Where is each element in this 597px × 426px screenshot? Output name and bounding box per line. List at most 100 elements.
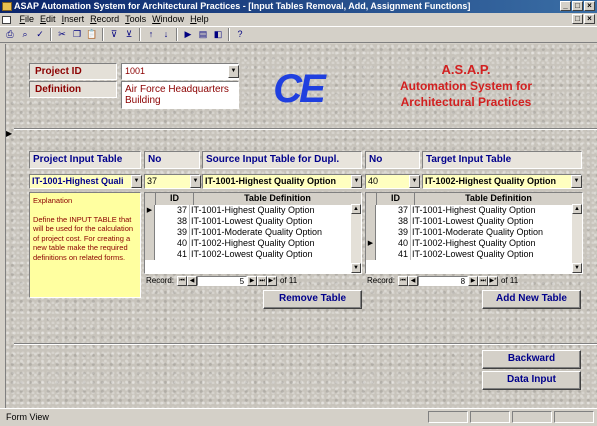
sort-ascending-icon[interactable]: ↑	[144, 28, 158, 41]
source-grid-scrollbar[interactable]: ▲ ▼	[351, 204, 361, 273]
scroll-down-icon[interactable]: ▼	[572, 263, 582, 273]
source-input-table-dropdown-icon[interactable]: ▼	[351, 175, 362, 188]
explanation-text: Define the INPUT TABLE that will be used…	[33, 214, 134, 262]
cell-id: 39	[155, 227, 190, 238]
last-record-icon[interactable]: ⏭	[257, 276, 268, 286]
cell-definition: IT-1002-Lowest Quality Option	[191, 249, 313, 259]
maximize-button[interactable]: □	[572, 1, 583, 11]
source-table-row[interactable]: 40 IT-1002-Highest Quality Option	[145, 238, 361, 249]
target-table-row[interactable]: 37 IT-1001-Highest Quality Option	[366, 205, 582, 216]
project-input-table-header: Project Input Table	[29, 151, 141, 169]
toolbar-separator	[50, 28, 52, 41]
menu-tools[interactable]: Tools	[122, 13, 149, 26]
target-input-table-combo[interactable]: IT-1002-Highest Quality Option	[422, 174, 582, 189]
toolbar-separator	[102, 28, 104, 41]
data-input-button[interactable]: Data Input	[482, 371, 581, 390]
doc-maximize-button[interactable]: □	[572, 14, 583, 24]
source-table-row[interactable]: ▶ 37 IT-1001-Highest Quality Option	[145, 205, 361, 216]
cell-definition: IT-1002-Highest Quality Option	[191, 238, 315, 248]
new-record-icon[interactable]: ▶*	[488, 276, 499, 286]
project-id-combo[interactable]: 1001	[121, 63, 239, 80]
print-preview-icon[interactable]: ⌕	[18, 28, 32, 41]
target-table-row[interactable]: ▶ 40 IT-1002-Highest Quality Option	[366, 238, 582, 249]
paste-icon[interactable]: 📋	[85, 28, 99, 41]
print-icon[interactable]: ⎙	[3, 28, 17, 41]
spelling-icon[interactable]: ✓	[33, 28, 47, 41]
no-left-dropdown-icon[interactable]: ▼	[190, 175, 201, 188]
target-input-table-header: Target Input Table	[422, 151, 582, 169]
cell-id: 37	[155, 205, 190, 216]
record-number-field[interactable]: 5	[197, 276, 248, 286]
project-id-dropdown-icon[interactable]: ▼	[228, 65, 239, 78]
cell-id: 40	[376, 238, 411, 249]
new-record-icon[interactable]: ▶	[181, 28, 195, 41]
source-grid-id-header: ID	[156, 193, 194, 205]
target-table-row[interactable]: 39 IT-1001-Moderate Quality Option	[366, 227, 582, 238]
add-new-table-button[interactable]: Add New Table	[482, 290, 581, 309]
target-tables-grid: ID Table Definition 37 IT-1001-Highest Qu…	[365, 192, 583, 274]
row-selector[interactable]	[366, 216, 376, 227]
menu-record[interactable]: Record	[87, 13, 122, 26]
source-table-row[interactable]: 38 IT-1001-Lowest Quality Option	[145, 216, 361, 227]
database-window-icon[interactable]: ▤	[196, 28, 210, 41]
scroll-up-icon[interactable]: ▲	[572, 204, 582, 214]
source-table-row[interactable]: 41 IT-1002-Lowest Quality Option	[145, 249, 361, 260]
first-record-icon[interactable]: ⏮	[398, 276, 409, 286]
current-record-icon[interactable]: ▶	[145, 205, 155, 216]
minimize-button[interactable]: _	[560, 1, 571, 11]
source-tables-grid: ID Table Definition ▶ 37 IT-1001-Highest Q…	[144, 192, 362, 274]
row-selector[interactable]	[145, 249, 155, 260]
previous-record-icon[interactable]: ◀	[187, 276, 198, 286]
help-icon[interactable]: ?	[233, 28, 247, 41]
new-record-icon[interactable]: ▶*	[267, 276, 278, 286]
current-record-icon[interactable]: ▶	[366, 238, 376, 249]
no-right-dropdown-icon[interactable]: ▼	[409, 175, 420, 188]
project-input-table-combo[interactable]: IT-1001-Highest Quali	[29, 174, 141, 189]
target-input-table-dropdown-icon[interactable]: ▼	[571, 175, 582, 188]
source-input-table-value: IT-1001-Highest Quality Option	[205, 176, 337, 186]
cell-definition: IT-1001-Lowest Quality Option	[412, 216, 534, 226]
scroll-up-icon[interactable]: ▲	[351, 204, 361, 214]
row-selector[interactable]	[145, 238, 155, 249]
backward-button[interactable]: Backward	[482, 350, 581, 369]
form-icon[interactable]	[2, 15, 11, 24]
row-selector[interactable]	[145, 227, 155, 238]
menu-edit[interactable]: Edit	[37, 13, 59, 26]
next-record-icon[interactable]: ▶	[247, 276, 258, 286]
cut-icon[interactable]: ✂	[55, 28, 69, 41]
target-grid-scrollbar[interactable]: ▲ ▼	[572, 204, 582, 273]
previous-record-icon[interactable]: ◀	[408, 276, 419, 286]
record-number-field[interactable]: 8	[418, 276, 469, 286]
filter-by-form-icon[interactable]: ⊻	[122, 28, 136, 41]
filter-by-selection-icon[interactable]: ⊽	[107, 28, 121, 41]
target-table-row[interactable]: 38 IT-1001-Lowest Quality Option	[366, 216, 582, 227]
source-table-row[interactable]: 39 IT-1001-Moderate Quality Option	[145, 227, 361, 238]
remove-table-button[interactable]: Remove Table	[263, 290, 362, 309]
copy-icon[interactable]: ❐	[70, 28, 84, 41]
next-record-icon[interactable]: ▶	[468, 276, 479, 286]
definition-field[interactable]: Air Force Headquarters Building	[121, 81, 239, 109]
row-selector[interactable]	[366, 205, 376, 216]
row-selector[interactable]	[366, 227, 376, 238]
status-panel	[470, 411, 510, 423]
last-record-icon[interactable]: ⏭	[478, 276, 489, 286]
sort-descending-icon[interactable]: ↓	[159, 28, 173, 41]
new-object-icon[interactable]: ◧	[211, 28, 225, 41]
record-selector-arrow-icon[interactable]: ▶	[6, 128, 14, 140]
source-input-table-header: Source Input Table for Dupl.	[202, 151, 362, 169]
doc-close-button[interactable]: ×	[584, 14, 595, 24]
scroll-down-icon[interactable]: ▼	[351, 263, 361, 273]
close-button[interactable]: ×	[584, 1, 595, 11]
section-divider	[14, 128, 597, 130]
menu-window[interactable]: Window	[149, 13, 187, 26]
menu-help[interactable]: Help	[187, 13, 212, 26]
first-record-icon[interactable]: ⏮	[177, 276, 188, 286]
row-selector[interactable]	[145, 216, 155, 227]
row-selector[interactable]	[366, 249, 376, 260]
cell-id: 38	[155, 216, 190, 227]
project-input-table-dropdown-icon[interactable]: ▼	[131, 175, 142, 188]
menu-file[interactable]: File	[17, 13, 38, 26]
menu-insert[interactable]: Insert	[59, 13, 88, 26]
source-input-table-combo[interactable]: IT-1001-Highest Quality Option	[202, 174, 362, 189]
target-table-row[interactable]: 41 IT-1002-Lowest Quality Option	[366, 249, 582, 260]
